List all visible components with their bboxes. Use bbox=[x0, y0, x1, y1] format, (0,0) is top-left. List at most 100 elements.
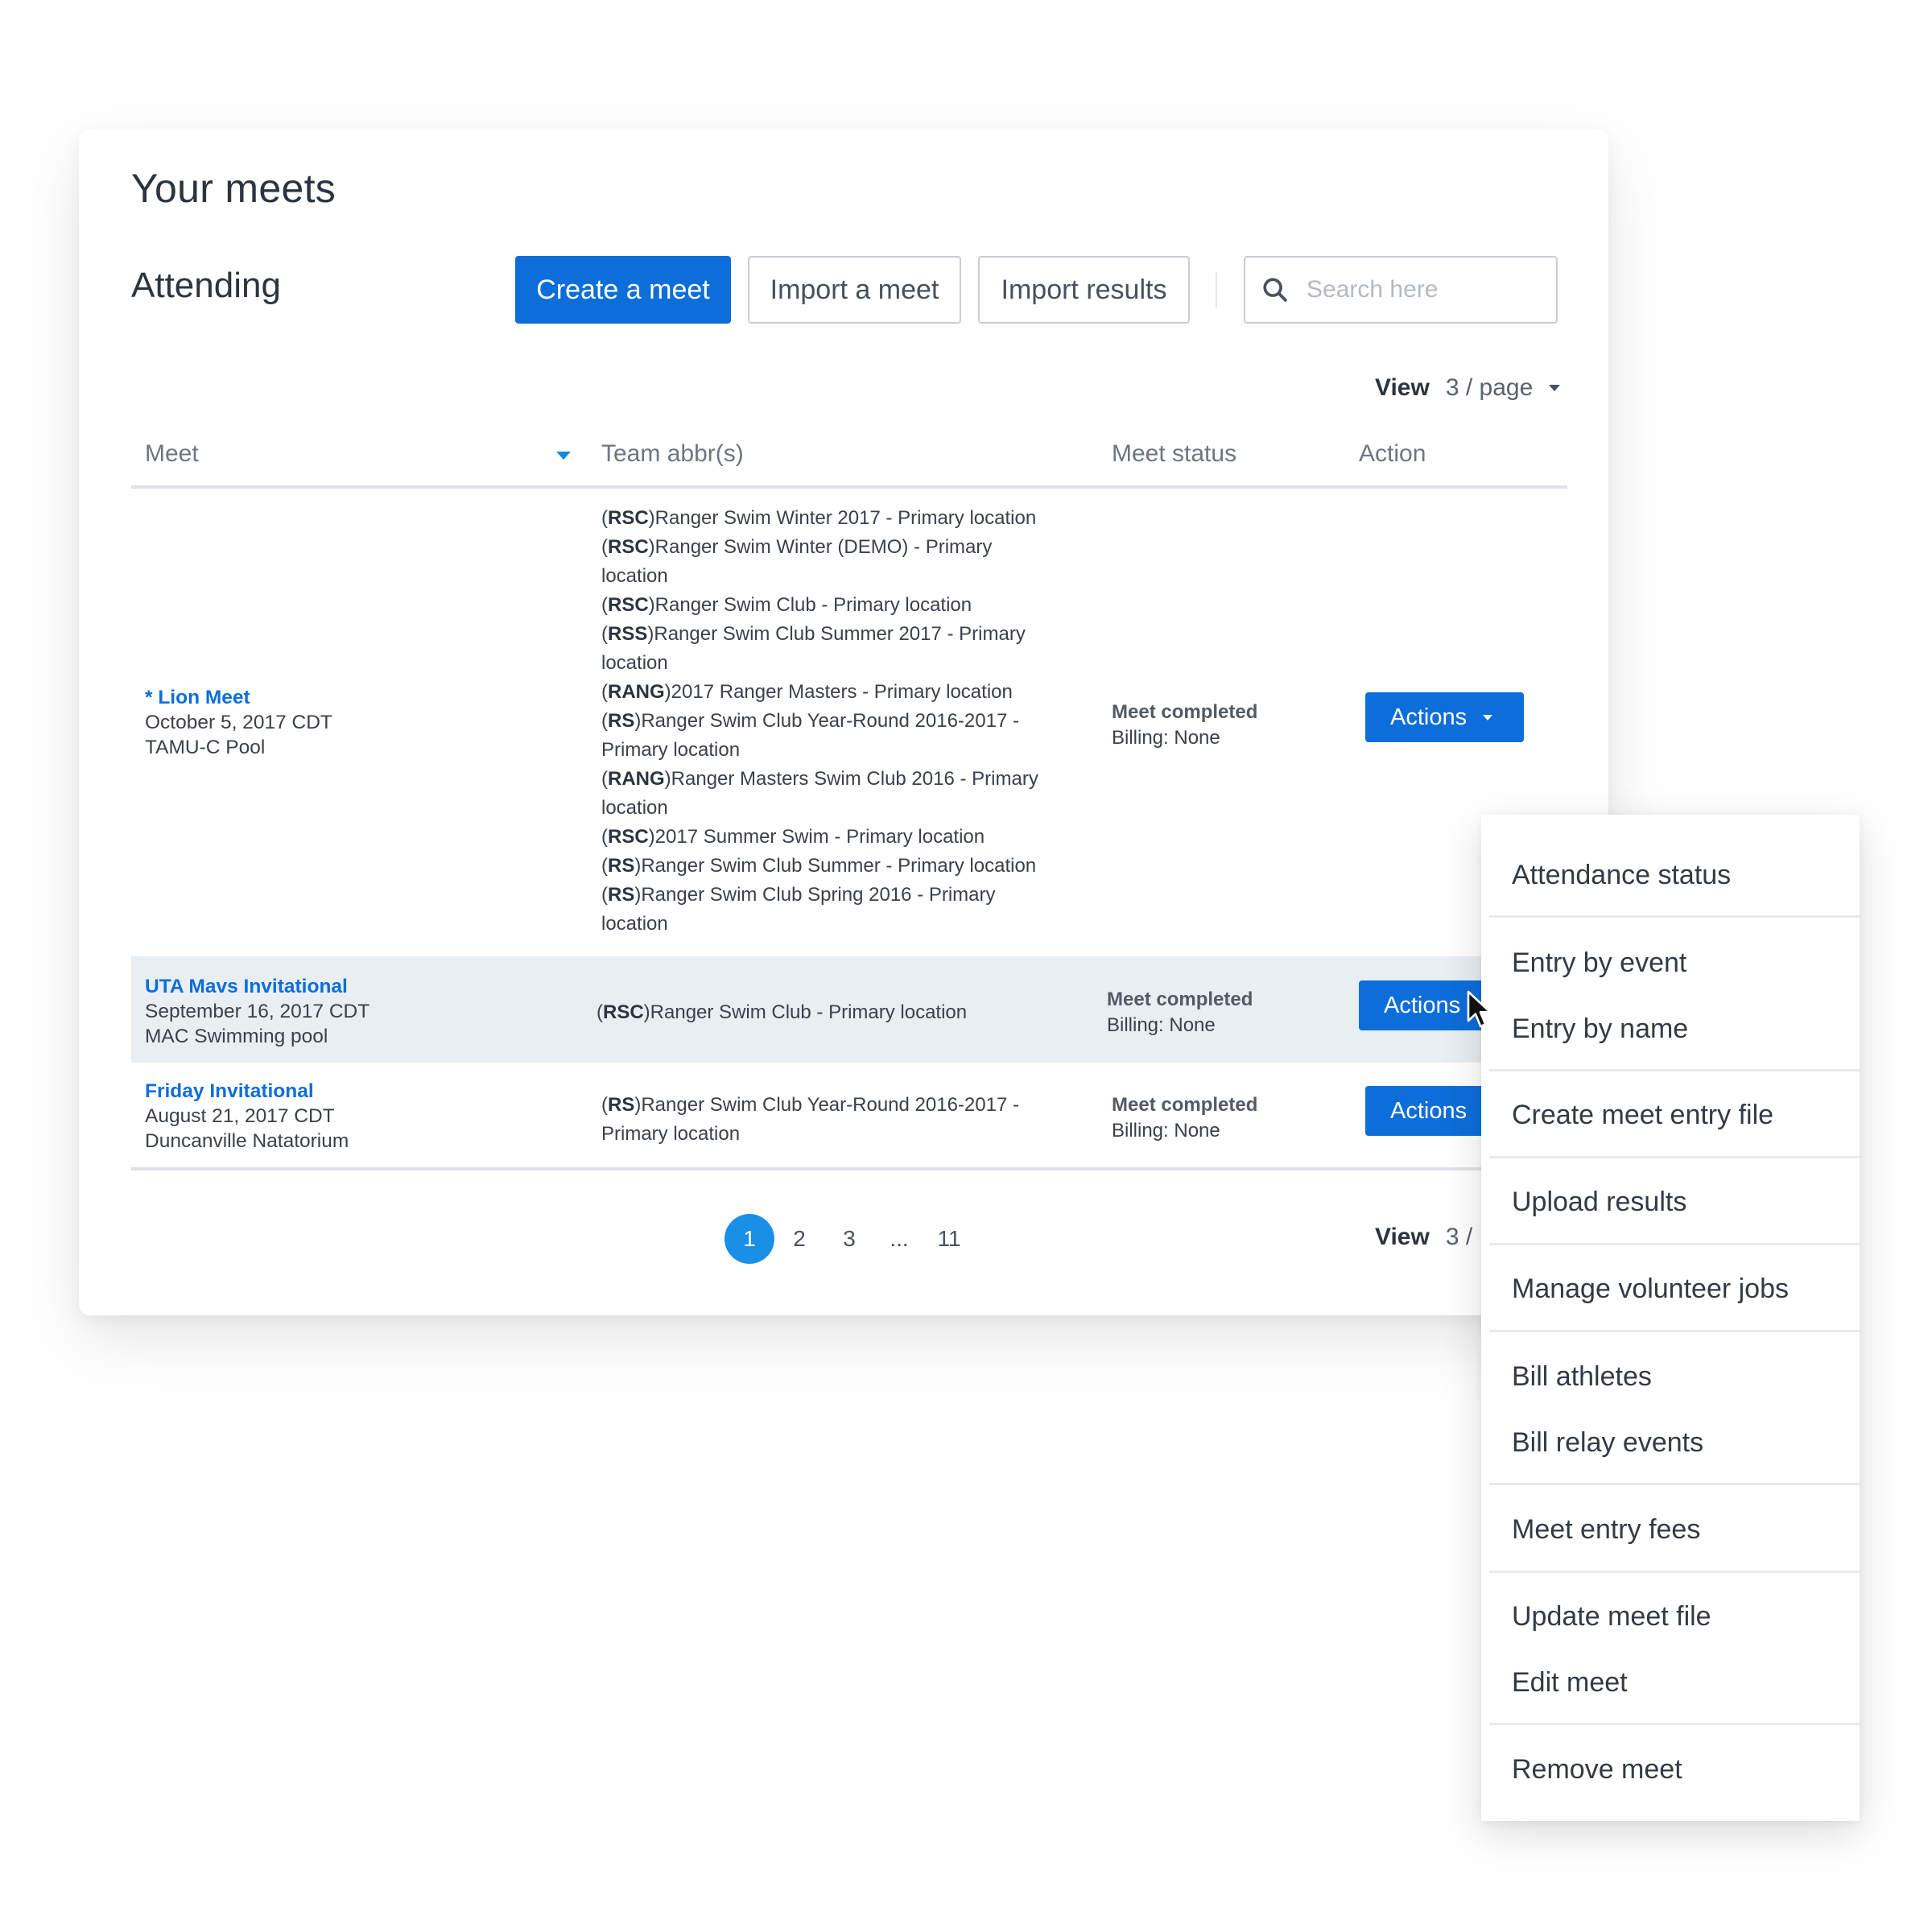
column-header-meet[interactable]: Meet bbox=[145, 440, 199, 468]
actions-button[interactable]: Actions bbox=[1365, 692, 1524, 742]
team-list: (RSC)Ranger Swim Club - Primary location bbox=[597, 998, 1047, 1027]
search-box[interactable] bbox=[1244, 256, 1558, 324]
menu-item-manage-volunteer-jobs[interactable]: Manage volunteer jobs bbox=[1512, 1274, 1789, 1305]
create-meet-button[interactable]: Create a meet bbox=[515, 256, 731, 324]
menu-item-meet-entry-fees[interactable]: Meet entry fees bbox=[1512, 1514, 1700, 1546]
team-line: (RSC)Ranger Swim Winter (DEMO) - Primary bbox=[601, 536, 993, 558]
meet-name-link[interactable]: Friday Invitational bbox=[145, 1079, 349, 1104]
menu-item-entry-by-event[interactable]: Entry by event bbox=[1512, 947, 1686, 979]
team-line: (RSC)Ranger Swim Winter 2017 - Primary l… bbox=[601, 507, 1037, 529]
team-name: 2017 Ranger Masters - Primary location bbox=[671, 681, 1013, 703]
actions-button-label: Actions bbox=[1384, 992, 1461, 1018]
team-abbr: RSS bbox=[608, 623, 648, 645]
actions-button-label: Actions bbox=[1390, 1097, 1468, 1124]
team-line: location bbox=[601, 910, 1052, 939]
table-header-divider bbox=[131, 485, 1567, 489]
menu-divider bbox=[1489, 1069, 1860, 1071]
team-line: (RSS)Ranger Swim Club Summer 2017 - Prim… bbox=[601, 623, 1026, 645]
team-name: 2017 Summer Swim - Primary location bbox=[654, 826, 985, 848]
billing-status: Billing: None bbox=[1112, 727, 1220, 749]
menu-item-upload-results[interactable]: Upload results bbox=[1512, 1187, 1686, 1218]
menu-item-edit-meet[interactable]: Edit meet bbox=[1512, 1667, 1628, 1699]
menu-item-entry-by-name[interactable]: Entry by name bbox=[1512, 1013, 1688, 1045]
page-2-button[interactable]: 2 bbox=[774, 1214, 824, 1264]
menu-item-bill-relay-events[interactable]: Bill relay events bbox=[1512, 1427, 1703, 1459]
page-title: Your meets bbox=[131, 166, 336, 211]
team-line: (RSC)2017 Summer Swim - Primary location bbox=[601, 826, 985, 848]
team-name: Primary location bbox=[601, 1123, 741, 1145]
menu-item-create-meet-entry-file[interactable]: Create meet entry file bbox=[1512, 1100, 1773, 1131]
column-header-action: Action bbox=[1359, 440, 1426, 467]
billing-status: Billing: None bbox=[1112, 1120, 1220, 1141]
meet-name-link[interactable]: UTA Mavs Invitational bbox=[145, 974, 369, 999]
team-line: (RSC)Ranger Swim Club - Primary location bbox=[601, 594, 972, 616]
meet-date: August 21, 2017 CDT bbox=[145, 1105, 335, 1127]
view-per-page-value: 3 / bbox=[1445, 1224, 1473, 1250]
team-name: location bbox=[601, 565, 668, 587]
menu-divider bbox=[1489, 1723, 1860, 1725]
import-results-button[interactable]: Import results bbox=[978, 256, 1190, 324]
view-per-page-top[interactable]: View 3 / page bbox=[1375, 374, 1561, 402]
section-title: Attending bbox=[131, 266, 281, 305]
status-cell: Meet completed Billing: None bbox=[1112, 1092, 1257, 1144]
menu-item-attendance-status[interactable]: Attendance status bbox=[1512, 860, 1731, 891]
table-bottom-divider bbox=[131, 1167, 1567, 1170]
team-line: location bbox=[601, 649, 1052, 678]
view-label: View bbox=[1375, 374, 1430, 401]
team-line: location bbox=[601, 562, 1052, 591]
meet-location: TAMU-C Pool bbox=[145, 737, 266, 758]
menu-divider bbox=[1489, 1330, 1860, 1332]
meet-status: Meet completed bbox=[1112, 1094, 1258, 1116]
team-name: Ranger Swim Club Summer - Primary locati… bbox=[641, 855, 1037, 877]
table-row-meet-cell: * Lion Meet October 5, 2017 CDT TAMU-C P… bbox=[145, 685, 332, 760]
page-11-button[interactable]: 11 bbox=[924, 1214, 974, 1264]
status-cell: Meet completed Billing: None bbox=[1112, 700, 1257, 751]
page-3-button[interactable]: 3 bbox=[824, 1214, 874, 1264]
team-name: location bbox=[601, 913, 668, 935]
team-name: Ranger Swim Club Year-Round 2016-2017 - bbox=[641, 1094, 1019, 1116]
view-per-page-value: 3 / page bbox=[1445, 374, 1534, 401]
status-cell: Meet completed Billing: None bbox=[1107, 987, 1253, 1038]
meet-status: Meet completed bbox=[1112, 701, 1258, 723]
meet-name-link[interactable]: * Lion Meet bbox=[145, 685, 332, 710]
page-1-button[interactable]: 1 bbox=[724, 1214, 774, 1264]
menu-divider bbox=[1489, 1156, 1860, 1158]
chevron-down-icon bbox=[1549, 385, 1561, 391]
team-abbr: RSC bbox=[608, 826, 649, 848]
team-line: (RANG)2017 Ranger Masters - Primary loca… bbox=[601, 681, 1013, 703]
team-abbr: RSC bbox=[608, 536, 649, 558]
column-header-meet-status: Meet status bbox=[1112, 440, 1237, 467]
menu-item-bill-athletes[interactable]: Bill athletes bbox=[1512, 1361, 1652, 1393]
import-meet-button[interactable]: Import a meet bbox=[748, 256, 961, 324]
team-name: Ranger Swim Club Year-Round 2016-2017 - bbox=[641, 710, 1019, 732]
team-name: Ranger Swim Winter 2017 - Primary locati… bbox=[654, 507, 1037, 529]
team-abbr: RSC bbox=[608, 594, 649, 616]
team-line: location bbox=[601, 794, 1052, 823]
meet-location: Duncanville Natatorium bbox=[145, 1130, 349, 1152]
team-name: Ranger Swim Club - Primary location bbox=[654, 594, 972, 616]
sort-down-icon[interactable] bbox=[556, 452, 571, 460]
view-per-page-bottom[interactable]: View 3 / bbox=[1375, 1224, 1472, 1251]
team-name: Primary location bbox=[601, 739, 741, 761]
team-line: Primary location bbox=[601, 1120, 1052, 1149]
table-row-meet-cell: Friday Invitational August 21, 2017 CDT … bbox=[145, 1079, 349, 1154]
team-abbr: RS bbox=[608, 710, 635, 732]
page-ellipsis: ... bbox=[890, 1226, 909, 1251]
caret-down-icon bbox=[1483, 714, 1493, 720]
team-name: Ranger Swim Club Spring 2016 - Primary bbox=[641, 884, 996, 906]
billing-status: Billing: None bbox=[1107, 1014, 1216, 1036]
menu-divider bbox=[1489, 915, 1860, 918]
search-input[interactable] bbox=[1305, 275, 1534, 304]
team-abbr: RS bbox=[608, 884, 635, 906]
meet-date: October 5, 2017 CDT bbox=[145, 712, 332, 733]
menu-item-remove-meet[interactable]: Remove meet bbox=[1512, 1754, 1682, 1785]
team-abbr: RS bbox=[608, 855, 635, 877]
row-divider bbox=[131, 1061, 1567, 1063]
column-header-team-abbr: Team abbr(s) bbox=[601, 440, 744, 467]
team-abbr: RSC bbox=[603, 1001, 644, 1023]
actions-dropdown-menu: Attendance status Entry by event Entry b… bbox=[1481, 815, 1860, 1821]
team-line: (RS)Ranger Swim Club Summer - Primary lo… bbox=[601, 855, 1037, 877]
menu-item-update-meet-file[interactable]: Update meet file bbox=[1512, 1601, 1711, 1633]
search-icon bbox=[1263, 278, 1287, 302]
view-label: View bbox=[1375, 1224, 1430, 1250]
